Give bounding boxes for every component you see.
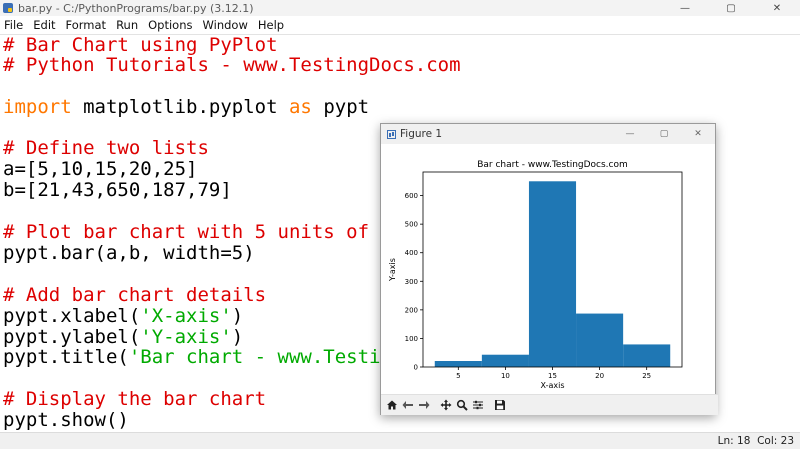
figure-controls: — ▢ ✕ xyxy=(613,129,715,139)
code-text: matplotlib.pyplot xyxy=(71,96,289,118)
menu-help[interactable]: Help xyxy=(253,18,289,32)
code-line-19: pypt.show() xyxy=(3,409,129,431)
bar-10 xyxy=(481,354,529,367)
forward-arrow-icon[interactable] xyxy=(416,397,431,413)
y-axis-label: Y-axis xyxy=(388,258,397,282)
code-line-15: pypt.ylabel('Y-axis') xyxy=(3,327,243,348)
chart-title: Bar chart - www.TestingDocs.com xyxy=(477,160,628,170)
code-line-6: # Define two lists xyxy=(3,137,209,159)
keyword-as: as xyxy=(288,96,312,118)
string-literal: 'X-axis' xyxy=(140,305,232,327)
window-controls: — ▢ ✕ xyxy=(662,0,800,16)
x-tick-label: 15 xyxy=(548,372,557,380)
y-tick-label: 600 xyxy=(405,192,418,200)
save-icon[interactable] xyxy=(492,397,507,413)
window-title: bar.py - C:/PythonPrograms/bar.py (3.12.… xyxy=(18,1,254,15)
back-arrow-icon[interactable] xyxy=(400,397,415,413)
status-bar: Ln: 18 Col: 23 xyxy=(0,432,800,449)
bar-chart: Bar chart - www.TestingDocs.com 5 10 15 20 2… xyxy=(388,160,683,390)
matplotlib-icon xyxy=(387,129,396,139)
figure-close-icon[interactable]: ✕ xyxy=(681,129,715,139)
cursor-position: Ln: 18 Col: 23 xyxy=(717,435,794,447)
pan-icon[interactable] xyxy=(438,397,453,413)
menu-file[interactable]: File xyxy=(0,18,28,32)
figure-maximize-icon[interactable]: ▢ xyxy=(647,129,681,139)
window-titlebar: bar.py - C:/PythonPrograms/bar.py (3.12.… xyxy=(0,0,800,16)
x-axis-label: X-axis xyxy=(541,381,565,390)
y-tick-label: 300 xyxy=(405,278,418,286)
code-line-10: # Plot bar chart with 5 units of width xyxy=(3,221,438,243)
figure-toolbar xyxy=(381,394,718,415)
y-tick-label: 100 xyxy=(405,335,418,343)
figure-titlebar[interactable]: Figure 1 — ▢ ✕ xyxy=(381,124,715,144)
code-line-11: pypt.bar(a,b, width=5) xyxy=(3,242,255,264)
code-text: ) xyxy=(231,326,244,348)
code-line-4: import matplotlib.pyplot as pypt xyxy=(3,97,369,118)
idle-app-icon xyxy=(3,3,13,13)
y-tick-label: 400 xyxy=(405,249,418,257)
minimize-icon[interactable]: — xyxy=(662,0,708,16)
x-tick-label: 5 xyxy=(456,372,460,380)
menu-run[interactable]: Run xyxy=(111,18,143,32)
y-tick-label: 200 xyxy=(405,306,418,314)
bar-5 xyxy=(434,361,482,367)
menu-bar: File Edit Format Run Options Window Help xyxy=(0,16,800,34)
code-line-8: b=[21,43,650,187,79] xyxy=(3,179,232,201)
home-icon[interactable] xyxy=(384,397,399,413)
x-tick-label: 20 xyxy=(595,372,604,380)
code-line-13: # Add bar chart details xyxy=(3,284,267,306)
code-line-18: # Display the bar chart xyxy=(3,388,267,410)
bar-15 xyxy=(528,181,577,367)
code-line-1: # Bar Chart using PyPlot xyxy=(3,34,278,56)
code-text: pypt.xlabel( xyxy=(3,305,141,327)
menu-edit[interactable]: Edit xyxy=(28,18,60,32)
figure-minimize-icon[interactable]: — xyxy=(613,129,647,139)
menu-window[interactable]: Window xyxy=(198,18,253,32)
menu-format[interactable]: Format xyxy=(61,18,112,32)
close-icon[interactable]: ✕ xyxy=(754,0,800,16)
bar-20 xyxy=(576,313,624,367)
string-literal: 'Y-axis' xyxy=(140,326,232,348)
configure-subplots-icon[interactable] xyxy=(470,397,485,413)
code-line-14: pypt.xlabel('X-axis') xyxy=(3,306,243,327)
menu-options[interactable]: Options xyxy=(143,18,197,32)
maximize-icon[interactable]: ▢ xyxy=(708,0,754,16)
x-tick-label: 25 xyxy=(642,372,651,380)
figure-canvas[interactable]: Bar chart - www.TestingDocs.com 5 10 15 20 2… xyxy=(381,144,715,394)
code-text: pypt.ylabel( xyxy=(3,326,141,348)
code-line-2: # Python Tutorials - www.TestingDocs.com xyxy=(3,54,461,76)
code-text: ) xyxy=(231,305,244,327)
bar-25 xyxy=(623,344,671,367)
keyword-import: import xyxy=(3,96,72,118)
zoom-icon[interactable] xyxy=(454,397,469,413)
x-tick-label: 10 xyxy=(501,372,510,380)
figure-title: Figure 1 xyxy=(400,128,443,140)
y-tick-label: 500 xyxy=(405,221,418,229)
figure-window[interactable]: Figure 1 — ▢ ✕ Bar chart - www.TestingDo… xyxy=(380,123,718,415)
y-tick-label: 0 xyxy=(414,364,418,372)
code-text: pypt.title( xyxy=(3,346,129,368)
code-line-7: a=[5,10,15,20,25] xyxy=(3,158,198,180)
code-text: pypt xyxy=(311,96,370,118)
